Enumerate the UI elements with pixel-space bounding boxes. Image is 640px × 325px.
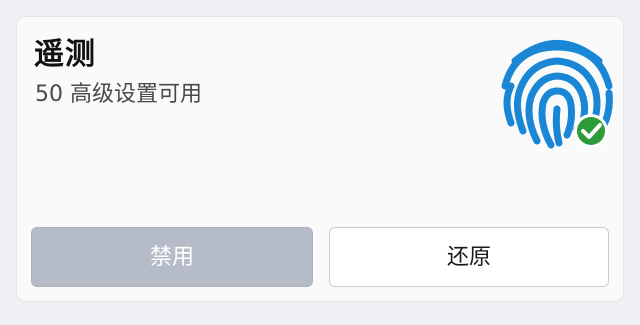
card-subtitle: 50 高级设置可用 — [35, 82, 202, 107]
fingerprint-check-icon — [497, 31, 617, 151]
disable-button[interactable]: 禁用 — [31, 227, 313, 287]
restore-button[interactable]: 还原 — [329, 227, 609, 287]
card-title: 遥测 — [34, 37, 96, 72]
telemetry-card: 遥测 50 高级设置可用 禁用 还原 — [16, 16, 624, 302]
